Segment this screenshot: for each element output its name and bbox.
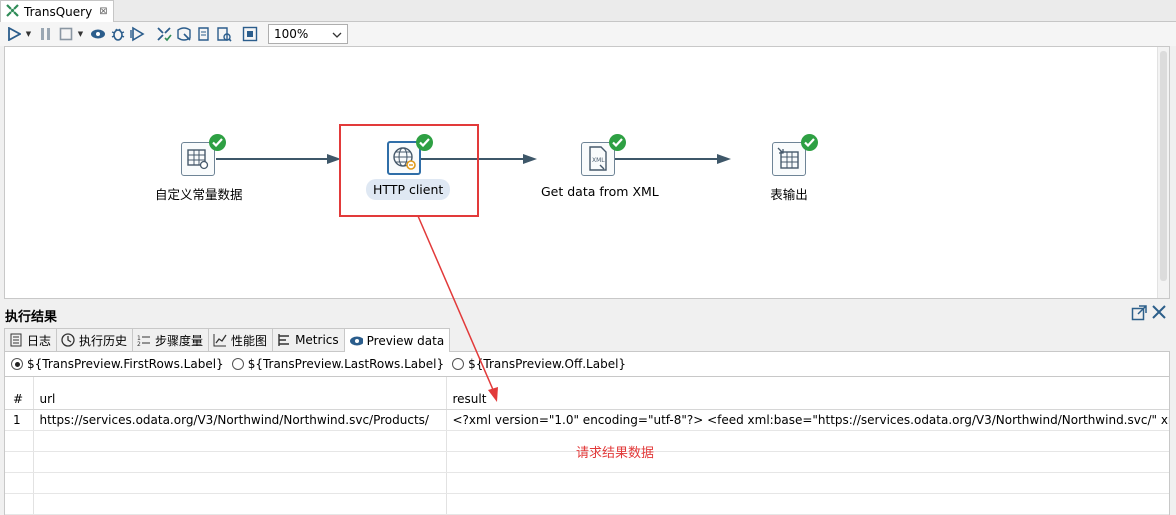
align-snap-icon[interactable] bbox=[240, 25, 259, 44]
table-row bbox=[5, 472, 1169, 494]
pause-icon[interactable] bbox=[36, 25, 55, 44]
hop-3-4-arrow bbox=[717, 154, 731, 164]
tab-preview-data[interactable]: Preview data bbox=[343, 328, 451, 352]
highlight-box bbox=[339, 124, 479, 217]
hop-2-3-arrow bbox=[523, 154, 537, 164]
step-label[interactable]: Get data from XML bbox=[541, 184, 659, 199]
verify-icon[interactable] bbox=[154, 25, 173, 44]
toolbar: ▼ ▼ 100% bbox=[0, 22, 1176, 46]
svg-text:2: 2 bbox=[137, 341, 141, 347]
editor-tab-bar: TransQuery ⊠ bbox=[0, 0, 1176, 22]
results-tabs: 日志 执行历史 12 步骤度量 性能图 Metrics Preview data bbox=[4, 328, 1170, 352]
preview-icon[interactable] bbox=[88, 25, 107, 44]
chevron-down-icon bbox=[332, 27, 342, 41]
success-check-icon bbox=[801, 134, 818, 151]
editor-tab-title: TransQuery bbox=[24, 4, 93, 19]
success-check-icon bbox=[209, 134, 226, 151]
transformation-canvas[interactable]: 自定义常量数据 HTTP client XML Get data from XM… bbox=[4, 46, 1170, 299]
radio-off[interactable]: ${TransPreview.Off.Label} bbox=[452, 357, 626, 371]
step-table-output[interactable] bbox=[772, 142, 806, 176]
preview-mode-radios: ${TransPreview.FirstRows.Label} ${TransP… bbox=[4, 352, 1170, 376]
stop-icon[interactable] bbox=[56, 25, 75, 44]
stop-dropdown-icon[interactable]: ▼ bbox=[76, 25, 85, 44]
table-output-icon bbox=[777, 147, 799, 169]
cell-result[interactable]: <?xml version="1.0" encoding="utf-8"?> <… bbox=[446, 409, 1169, 431]
tab-metrics[interactable]: Metrics bbox=[272, 328, 345, 351]
step-label[interactable]: 表输出 bbox=[765, 184, 813, 203]
step-label[interactable]: 自定义常量数据 bbox=[155, 184, 243, 203]
success-check-icon bbox=[609, 134, 626, 151]
metrics-icon bbox=[277, 333, 291, 347]
column-header-index[interactable]: # bbox=[5, 377, 34, 410]
debug-icon[interactable] bbox=[108, 25, 127, 44]
row-index: 1 bbox=[5, 409, 34, 431]
table-row[interactable]: 1 https://services.odata.org/V3/Northwin… bbox=[5, 409, 1169, 431]
explore-db-icon[interactable] bbox=[214, 25, 233, 44]
radio-first-rows[interactable]: ${TransPreview.FirstRows.Label} bbox=[11, 357, 224, 371]
editor-tab-transquery[interactable]: TransQuery ⊠ bbox=[0, 0, 114, 22]
history-icon bbox=[61, 333, 75, 347]
step-metrics-icon: 12 bbox=[137, 333, 151, 347]
eye-icon bbox=[349, 334, 363, 348]
radio-last-rows[interactable]: ${TransPreview.LastRows.Label} bbox=[231, 357, 444, 371]
maximize-icon[interactable] bbox=[1131, 305, 1147, 325]
run-icon[interactable] bbox=[4, 25, 23, 44]
log-icon bbox=[9, 333, 23, 347]
run-dropdown-icon[interactable]: ▼ bbox=[24, 25, 33, 44]
close-icon[interactable]: ⊠ bbox=[99, 6, 107, 17]
xml-file-icon: XML bbox=[589, 146, 607, 171]
tab-step-metrics[interactable]: 12 步骤度量 bbox=[132, 328, 210, 351]
table-header-row: # url result bbox=[5, 377, 1169, 410]
tab-log[interactable]: 日志 bbox=[4, 328, 58, 351]
canvas-vertical-scrollbar[interactable] bbox=[1157, 47, 1169, 298]
replay-icon[interactable] bbox=[128, 25, 147, 44]
impact-icon[interactable] bbox=[174, 25, 193, 44]
tab-performance-graph[interactable]: 性能图 bbox=[208, 328, 274, 351]
table-gear-icon bbox=[187, 149, 209, 170]
line-chart-icon bbox=[213, 333, 227, 347]
close-panel-icon[interactable] bbox=[1152, 305, 1166, 323]
cell-url[interactable]: https://services.odata.org/V3/Northwind/… bbox=[33, 409, 447, 431]
annotation-label: 请求结果数据 bbox=[576, 446, 655, 461]
hop-3-4[interactable] bbox=[615, 158, 718, 160]
column-header-result[interactable]: result bbox=[446, 377, 1169, 410]
column-header-url[interactable]: url bbox=[33, 377, 447, 410]
transformation-icon bbox=[6, 3, 19, 20]
zoom-value: 100% bbox=[274, 27, 309, 41]
tab-history[interactable]: 执行历史 bbox=[56, 328, 134, 351]
results-panel-title: 执行结果 bbox=[5, 310, 58, 325]
table-row bbox=[5, 493, 1169, 515]
svg-text:XML: XML bbox=[592, 157, 605, 164]
hop-1-2[interactable] bbox=[216, 158, 330, 160]
zoom-select[interactable]: 100% bbox=[268, 24, 348, 44]
sql-icon[interactable] bbox=[194, 25, 213, 44]
